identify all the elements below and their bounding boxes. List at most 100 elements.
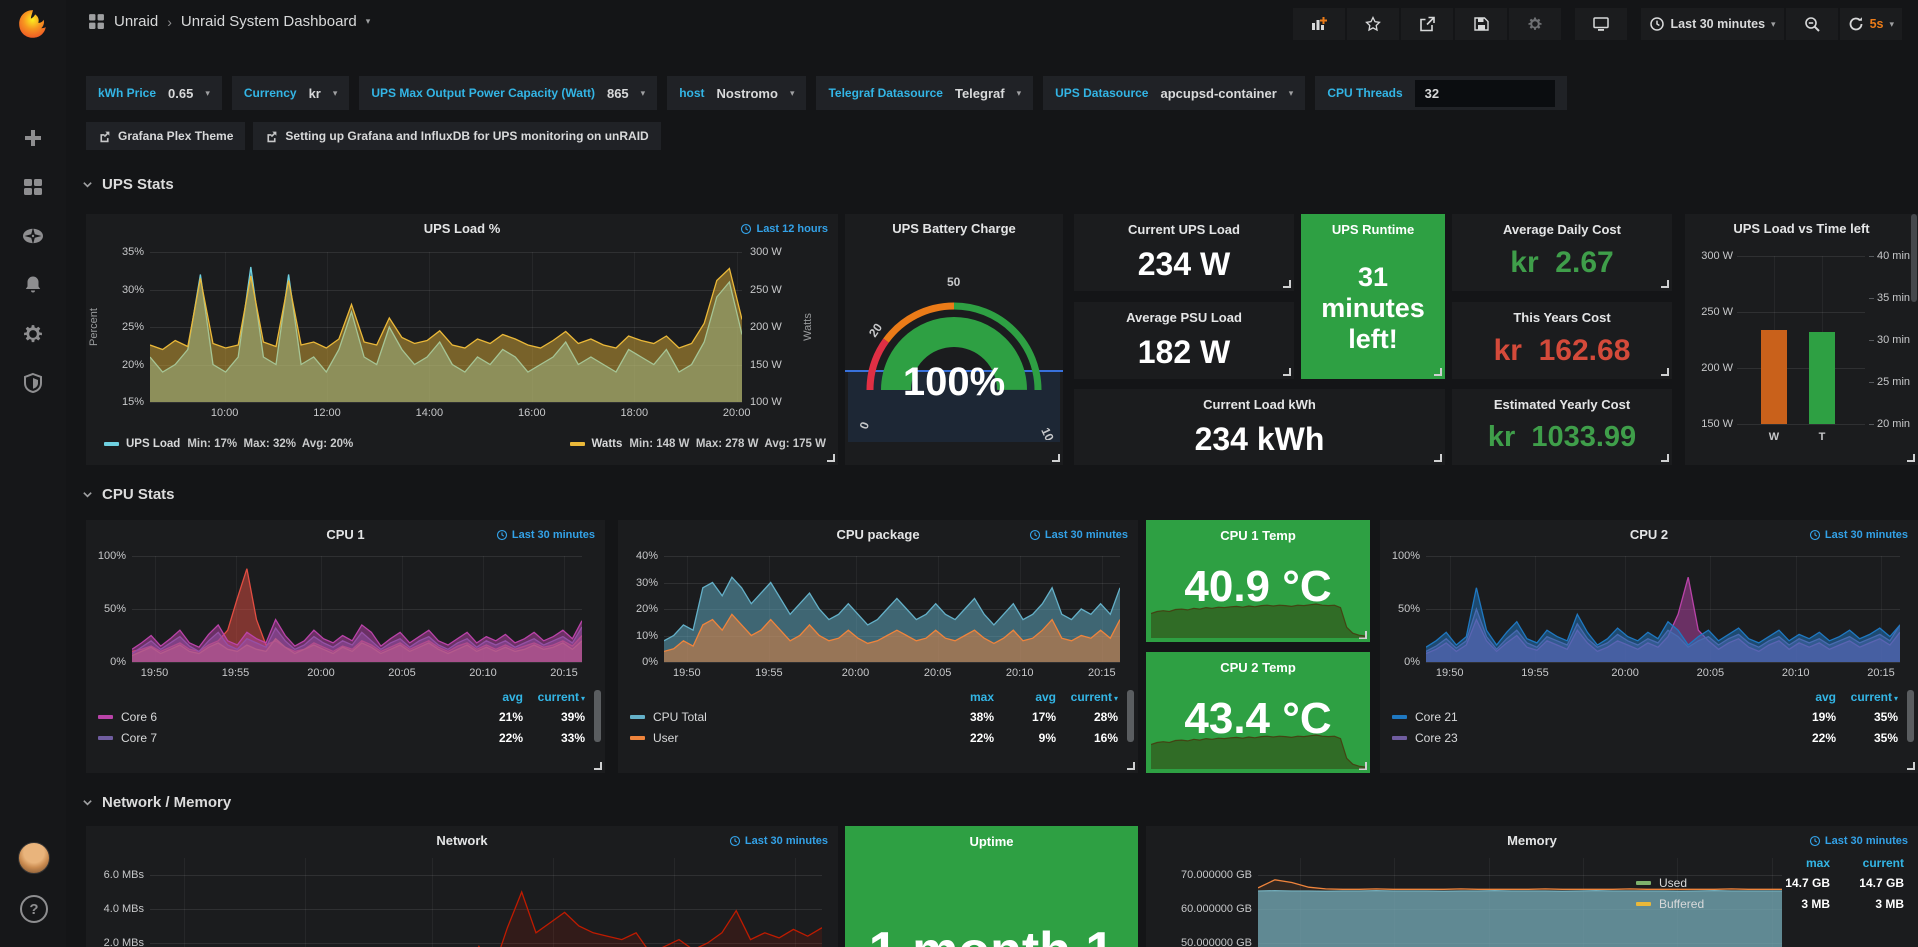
legend-header-current[interactable]: current▾ [1056,690,1118,704]
variable-value[interactable]: kr [309,86,321,101]
shield-icon[interactable] [22,372,44,394]
legend-series-name[interactable]: CPU Total [653,710,707,724]
legend-header-avg[interactable]: avg [1774,690,1836,704]
chevron-down-icon: ▾ [1771,19,1776,30]
refresh-interval-label[interactable]: 5s [1870,17,1884,31]
panel-time-badge[interactable]: Last 30 minutes [496,529,595,541]
variable-currency[interactable]: Currencykr▾ [232,76,350,110]
row-header-ups-stats[interactable]: UPS Stats [82,176,174,193]
legend-header-current[interactable]: current▾ [523,690,585,704]
dashboards-icon[interactable] [22,176,44,198]
panel-title[interactable]: Estimated Yearly Cost [1452,397,1672,412]
variable-telegraf-datasource[interactable]: Telegraf DatasourceTelegraf▾ [816,76,1033,110]
scrollbar[interactable] [1127,690,1134,742]
breadcrumb-page-title[interactable]: Unraid System Dashboard [181,13,357,30]
variable-cpu-threads[interactable]: CPU Threads32 [1315,76,1566,110]
plot-area[interactable] [132,556,582,662]
variable-kwh-price[interactable]: kWh Price0.65▾ [86,76,222,110]
plot-area[interactable] [664,556,1120,662]
scrollbar[interactable] [1907,690,1914,742]
legend-series[interactable]: UPS LoadMin: 17% Max: 32% Avg: 20% [104,438,353,450]
panel-time-badge[interactable]: Last 12 hours [740,223,828,235]
variable-value[interactable]: 865 [607,86,629,101]
refresh-button[interactable]: 5s ▾ [1840,8,1902,40]
panel-title[interactable]: UPS Battery Charge [845,214,1063,236]
panel-time-badge[interactable]: Last 30 minutes [1029,529,1128,541]
legend-series-name[interactable]: Core 6 [121,710,157,724]
configuration-gear-icon[interactable] [22,323,44,345]
panel-title[interactable]: Current UPS Load [1074,222,1294,237]
legend-series: Core 21 [1392,710,1774,724]
row-header-network-memory[interactable]: Network / Memory [82,794,231,811]
chevron-down-icon[interactable]: ▾ [1889,19,1894,30]
legend-series-name[interactable]: Core 7 [121,731,157,745]
x-axis-tick: 20:00 [723,407,751,419]
legend-series-name[interactable]: Buffered [1659,897,1704,911]
legend-series-name[interactable]: Core 23 [1415,731,1458,745]
y-axis-tick: 300 W [1689,249,1733,263]
explore-compass-icon[interactable] [22,225,44,247]
legend-series-name[interactable]: User [653,731,678,745]
legend-header-max[interactable]: max [1756,856,1830,870]
variable-value[interactable]: Telegraf [955,86,1005,101]
dashboard-settings-button[interactable] [1509,8,1561,40]
panel-title[interactable]: Memory [1146,826,1918,848]
panel-title[interactable]: This Years Cost [1452,310,1672,325]
x-axis-tick: 20:05 [388,667,416,679]
alerting-bell-icon[interactable] [22,274,44,296]
panel-title[interactable]: CPU 2 Temp [1146,660,1370,675]
y-axis-tick: 4.0 MBs [88,902,144,916]
dashboard-grid-icon[interactable] [88,13,105,30]
panel-title[interactable]: CPU 1 Temp [1146,528,1370,543]
legend-header-avg[interactable]: avg [461,690,523,704]
panel-title[interactable]: Current Load kWh [1074,397,1445,412]
breadcrumb-root[interactable]: Unraid [114,13,158,30]
variable-ups-datasource[interactable]: UPS Datasourceapcupsd-container▾ [1043,76,1305,110]
create-plus-icon[interactable] [22,127,44,149]
legend-series[interactable]: WattsMin: 148 W Max: 278 W Avg: 175 W [570,438,827,450]
dashboard-link[interactable]: Setting up Grafana and InfluxDB for UPS … [253,122,660,150]
legend-header-max[interactable]: max [932,690,994,704]
share-button[interactable] [1401,8,1453,40]
star-button[interactable] [1347,8,1399,40]
panel-title[interactable]: Network [86,826,838,848]
plot-area[interactable] [1426,556,1900,662]
panel-title[interactable]: UPS Runtime [1301,222,1445,237]
plot-area[interactable] [150,252,742,402]
user-avatar[interactable] [18,842,50,874]
panel-time-badge[interactable]: Last 30 minutes [1809,529,1908,541]
panel-title[interactable]: UPS Load % [86,214,838,236]
help-icon[interactable]: ? [20,895,48,923]
zoom-out-button[interactable] [1786,8,1838,40]
row-header-cpu-stats[interactable]: CPU Stats [82,486,175,503]
plot-area[interactable] [150,858,822,947]
panel-time-badge[interactable]: Last 30 minutes [1809,835,1908,847]
variable-ups-max-output[interactable]: UPS Max Output Power Capacity (Watt)865▾ [359,76,657,110]
grafana-logo[interactable] [16,8,50,42]
add-panel-button[interactable] [1293,8,1345,40]
chevron-down-icon[interactable]: ▾ [366,16,371,27]
dashboard-link[interactable]: Grafana Plex Theme [86,122,245,150]
variable-value[interactable]: 0.65 [168,86,193,101]
legend-header-current[interactable]: current [1830,856,1904,870]
save-button[interactable] [1455,8,1507,40]
legend-series-name[interactable]: Core 21 [1415,710,1458,724]
legend-value: 21% [461,710,523,724]
cycle-view-tv-button[interactable] [1575,8,1627,40]
panel-title[interactable]: Average Daily Cost [1452,222,1672,237]
legend-header-current[interactable]: current▾ [1836,690,1898,704]
variable-input[interactable]: 32 [1415,80,1555,107]
legend-header-avg[interactable]: avg [994,690,1056,704]
plot-area[interactable] [1737,256,1865,424]
legend-series-name[interactable]: Used [1659,876,1687,890]
panel-title[interactable]: Average PSU Load [1074,310,1294,325]
panel-title[interactable]: UPS Load vs Time left [1685,214,1918,236]
scrollbar[interactable] [594,690,601,742]
time-range-picker[interactable]: Last 30 minutes ▾ [1641,8,1784,40]
panel-time-badge[interactable]: Last 30 minutes [729,835,828,847]
variable-value[interactable]: apcupsd-container [1160,86,1276,101]
y-axis-tick: 200 W [1689,361,1733,375]
panel-title[interactable]: Uptime [845,834,1138,849]
variable-host[interactable]: hostNostromo▾ [667,76,806,110]
variable-value[interactable]: Nostromo [717,86,778,101]
